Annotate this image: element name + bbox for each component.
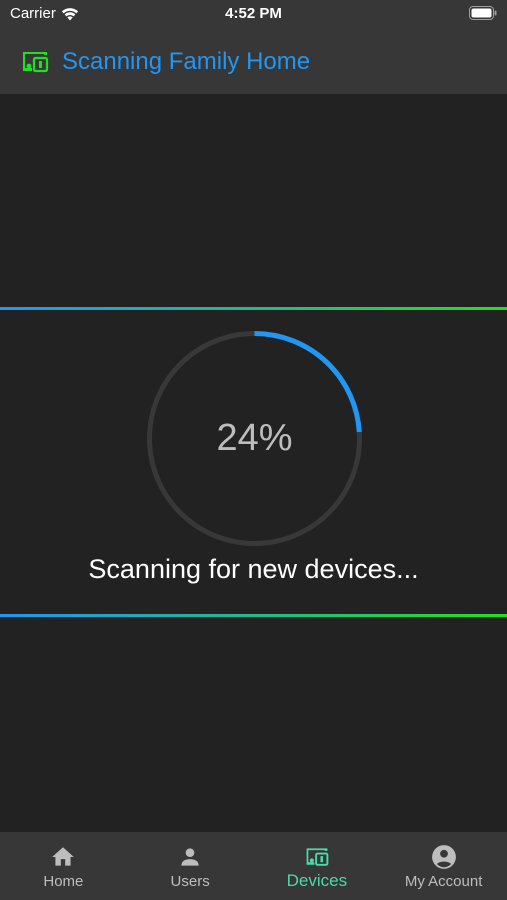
tab-label: Devices	[286, 871, 348, 890]
account-circle-icon	[431, 845, 456, 869]
tab-devices[interactable]: Devices	[254, 832, 381, 900]
devices-icon	[306, 848, 329, 866]
app-header: Scanning Family Home	[0, 30, 507, 94]
status-bar: Carrier 4:52 PM	[0, 0, 507, 30]
tab-label: Users	[170, 873, 210, 890]
home-icon	[52, 847, 75, 866]
clock: 4:52 PM	[225, 5, 282, 22]
scan-screen: 24% Scanning for new devices...	[0, 94, 507, 832]
tab-users[interactable]: Users	[127, 832, 254, 900]
page-title: Scanning Family Home	[62, 48, 311, 75]
tab-home[interactable]: Home	[0, 832, 127, 900]
devices-icon	[23, 52, 49, 73]
progress-percent: 24%	[216, 417, 293, 459]
tab-label: Home	[43, 873, 84, 890]
battery-icon	[469, 6, 497, 20]
tab-my-account[interactable]: My Account	[380, 832, 507, 900]
tab-label: My Account	[404, 873, 483, 890]
scan-divider-bottom	[0, 614, 507, 617]
user-icon	[181, 848, 199, 866]
scan-divider-top	[0, 307, 507, 310]
scan-status-message: Scanning for new devices...	[88, 554, 419, 584]
tab-bar: Home Users Devices My Account	[0, 832, 507, 900]
